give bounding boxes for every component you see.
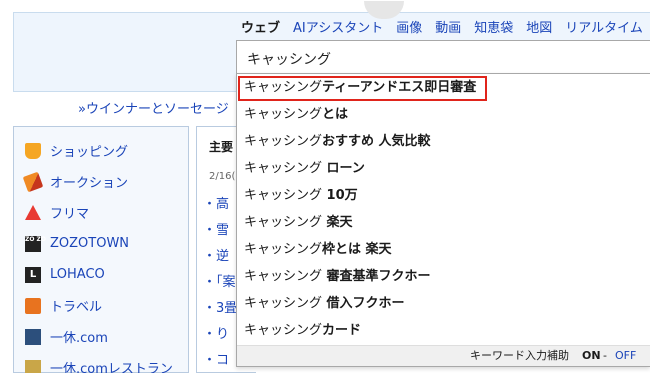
suggestion-item[interactable]: キャッシング ローン (237, 155, 650, 182)
news-item[interactable]: ・3畳 (203, 297, 237, 316)
news-item[interactable]: ・高 (203, 193, 229, 212)
keyword-assist-on[interactable]: ON (582, 346, 601, 366)
sidebar-item-label: ショッピング (50, 145, 129, 160)
ikyu-icon (25, 328, 41, 345)
tab-realtime[interactable]: リアルタイム (565, 17, 643, 37)
zozotown-icon: ZO ZO (25, 235, 46, 252)
suggestion-item[interactable]: キャッシング 審査基準フクホー (237, 263, 650, 290)
sidebar-item-label: 一休.comレストラン (50, 362, 173, 373)
tab-maps[interactable]: 地図 (526, 17, 552, 37)
tab-ai-assistant[interactable]: AIアシスタント (293, 17, 383, 37)
sidebar-item-label: ZOZOTOWN (50, 236, 130, 251)
suggestion-item[interactable]: キャッシングおすすめ 人気比較 (237, 128, 650, 155)
keyword-assist-footer: キーワード入力補助 ON - OFF (237, 345, 650, 366)
flea-market-icon (25, 205, 41, 220)
hammer-icon (22, 171, 44, 192)
news-item[interactable]: ・コ (203, 349, 229, 368)
sidebar-item-label: トラベル (50, 300, 103, 315)
suggestion-dropdown: キャッシングティーアンドエス即日審査 キャッシングとは キャッシングおすすめ 人… (236, 73, 650, 367)
suggestion-item[interactable]: キャッシング 楽天 (237, 209, 650, 236)
promo-link[interactable]: »ウインナーとソーセージ (78, 98, 229, 117)
lohaco-icon: L (25, 266, 41, 283)
sidebar-item-label: LOHACO (50, 267, 105, 282)
news-item[interactable]: ・「案 (203, 271, 236, 290)
sidebar-item-zozotown[interactable]: ZO ZO ZOZOTOWN (14, 228, 188, 259)
news-title: 主要 (209, 140, 234, 154)
keyword-assist-off[interactable]: OFF (615, 346, 636, 366)
sidebar-item-shopping[interactable]: ショッピング (14, 135, 188, 166)
search-input[interactable]: キャッシング (236, 40, 650, 74)
tab-web[interactable]: ウェブ (241, 17, 280, 37)
keyword-assist-label: キーワード入力補助 (470, 349, 569, 362)
sidebar-item-lohaco[interactable]: L LOHACO (14, 259, 188, 290)
suggestion-item[interactable]: キャッシングとは (237, 101, 650, 128)
ikyu-restaurant-icon (25, 359, 41, 373)
service-sidebar: ショッピング オークション フリマ ZO ZO ZOZOTOWN L LOHAC… (13, 126, 189, 373)
sidebar-item-ikyu[interactable]: 一休.com (14, 321, 188, 352)
sidebar-item-auction[interactable]: オークション (14, 166, 188, 197)
travel-bag-icon (25, 297, 41, 314)
sidebar-item-label: フリマ (50, 207, 90, 222)
news-item[interactable]: ・雪 (203, 219, 229, 238)
news-item[interactable]: ・り (203, 323, 229, 342)
keyword-assist-separator: - (603, 349, 607, 362)
tab-videos[interactable]: 動画 (435, 17, 461, 37)
news-item[interactable]: ・逆 (203, 245, 229, 264)
sidebar-item-label: オークション (50, 176, 129, 191)
suggestion-item[interactable]: キャッシング 10万 (237, 182, 650, 209)
sidebar-item-ikyu-restaurant[interactable]: 一休.comレストラン (14, 352, 188, 373)
sidebar-item-label: 一休.com (50, 331, 108, 346)
tab-images[interactable]: 画像 (396, 17, 422, 37)
suggestion-item[interactable]: キャッシング 借入フクホー (237, 290, 650, 317)
suggestion-item[interactable]: キャッシングカード (237, 317, 650, 344)
suggestion-item[interactable]: キャッシングティーアンドエス即日審査 (237, 74, 650, 101)
search-query-text: キャッシング (247, 52, 331, 68)
sidebar-item-travel[interactable]: トラベル (14, 290, 188, 321)
cart-icon (25, 142, 41, 159)
tab-chiebukuro[interactable]: 知恵袋 (474, 17, 513, 37)
news-date: 2/16( (209, 171, 236, 182)
search-page: ウェブ AIアシスタント 画像 動画 知恵袋 地図 リアルタイム キャッシング … (0, 0, 650, 373)
suggestion-item[interactable]: キャッシング枠とは 楽天 (237, 236, 650, 263)
sidebar-item-flea-market[interactable]: フリマ (14, 197, 188, 228)
search-tabs: ウェブ AIアシスタント 画像 動画 知恵袋 地図 リアルタイム (241, 17, 643, 37)
